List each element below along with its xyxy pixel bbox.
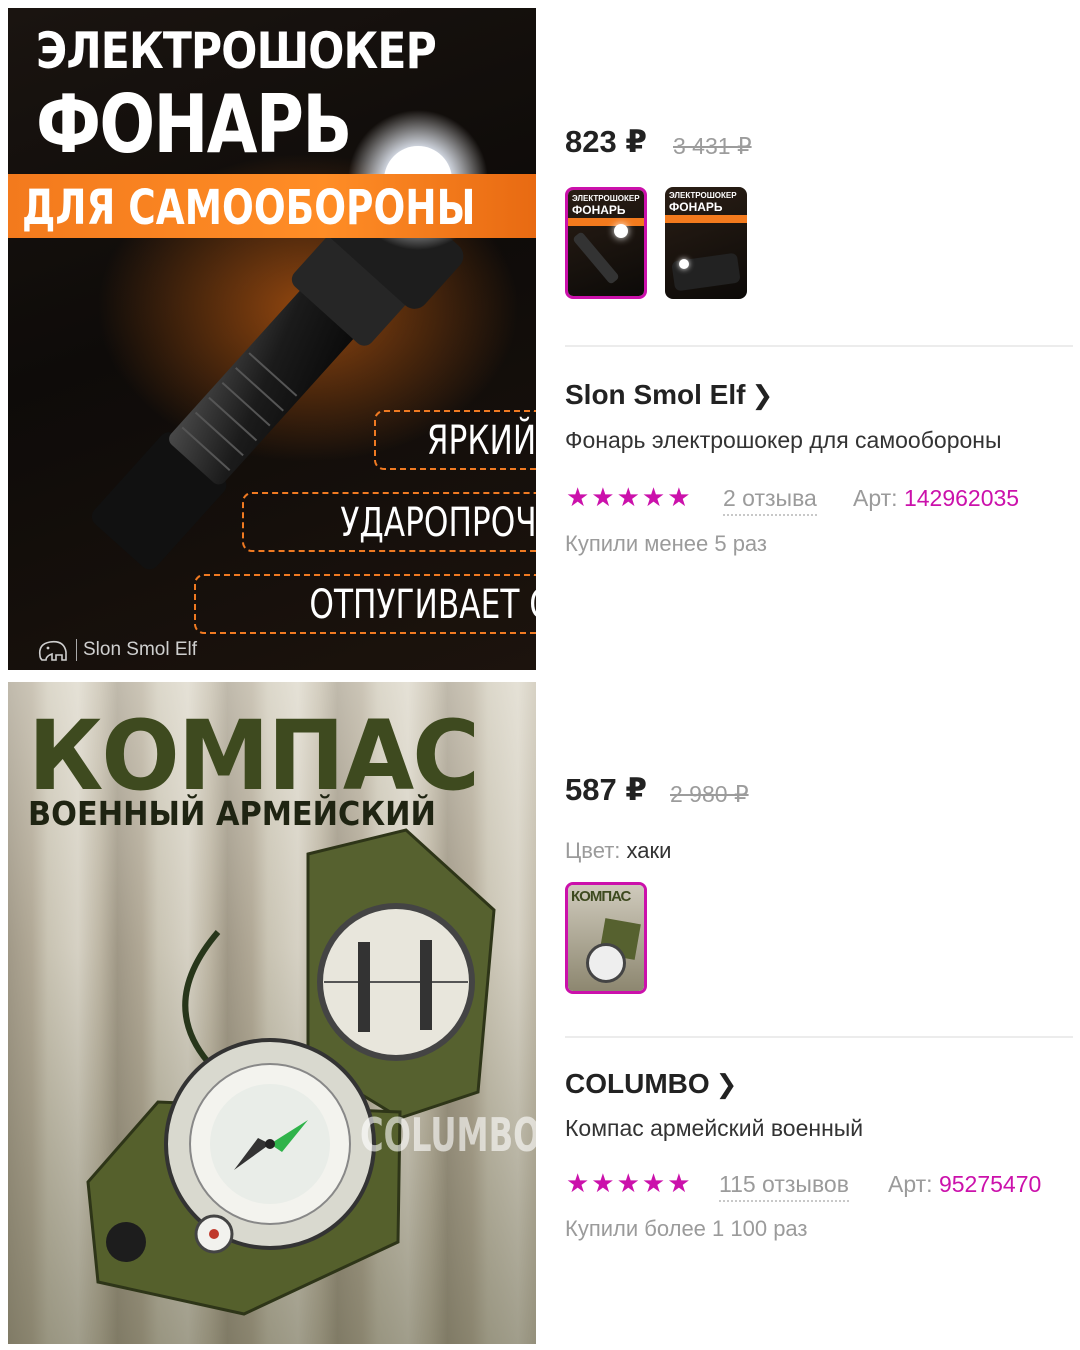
image-watermark: COLUMBO: [360, 1108, 536, 1162]
image-title-line1: ЭЛЕКТРОШОКЕР: [36, 22, 437, 80]
chevron-right-icon: ❯: [751, 380, 774, 410]
image-title-line2: ФОНАРЬ: [36, 78, 352, 171]
image-brand-text: Slon Smol Elf: [83, 639, 198, 660]
brand-name: COLUMBO: [565, 1068, 710, 1099]
brand-name: Slon Smol Elf: [565, 379, 746, 410]
feature-tag-bright: ЯРКИЙ: [374, 410, 536, 470]
image-brand-mark: Slon Smol Elf: [36, 636, 197, 664]
image-orange-band: ДЛЯ САМООБОРОНЫ: [8, 174, 536, 238]
color-value: хаки: [626, 838, 672, 863]
purchase-count: Купили более 1 100 раз: [565, 1216, 808, 1241]
product-card-flashlight[interactable]: ЭЛЕКТРОШОКЕР ФОНАРЬ ДЛЯ САМООБОРОНЫ ЯРКИ…: [0, 0, 1080, 676]
product-image-compass[interactable]: КОМПАС ВОЕННЫЙ АРМЕЙСКИЙ COLUMBO: [8, 682, 536, 1344]
product-card-compass[interactable]: КОМПАС ВОЕННЫЙ АРМЕЙСКИЙ COLUMBO 587 ₽ 2…: [0, 676, 1080, 1350]
product-name: Компас армейский военный: [565, 1115, 864, 1141]
article-number: Арт: 95275470: [888, 1171, 1042, 1197]
feature-tag-shockproof: УДАРОПРОЧНЫЙ: [242, 492, 536, 552]
purchase-count: Купили менее 5 раз: [565, 531, 768, 556]
brand-link[interactable]: Slon Smol Elf ❯: [565, 379, 773, 411]
article-number: Арт: 142962035: [853, 485, 1020, 511]
feature-tag-repels-dogs: ОТПУГИВАЕТ СОБАК: [194, 574, 536, 634]
thumbnail-compass-1[interactable]: КОМПАС: [565, 882, 647, 994]
reviews-link[interactable]: 2 отзыва: [723, 485, 817, 516]
product-image-flashlight[interactable]: ЭЛЕКТРОШОКЕР ФОНАРЬ ДЛЯ САМООБОРОНЫ ЯРКИ…: [8, 8, 536, 670]
rating-stars: ★★★★★: [566, 482, 693, 512]
thumbnail-flashlight-2[interactable]: ЭЛЕКТРОШОКЕР ФОНАРЬ: [665, 187, 747, 299]
elephant-logo-icon: [38, 640, 67, 661]
price-old: 3 431 ₽: [673, 133, 752, 159]
rating-stars: ★★★★★: [566, 1168, 693, 1198]
reviews-link[interactable]: 115 отзывов: [719, 1171, 849, 1202]
price-current: 823 ₽: [565, 124, 647, 159]
product-name: Фонарь электрошокер для самообороны: [565, 427, 1002, 453]
image-band-text: ДЛЯ САМООБОРОНЫ: [22, 180, 476, 236]
image-subtitle: ВОЕННЫЙ АРМЕЙСКИЙ: [28, 794, 436, 833]
price-old: 2 980 ₽: [670, 781, 749, 807]
brand-link[interactable]: COLUMBO ❯: [565, 1068, 737, 1100]
section-divider: [565, 345, 1073, 347]
article-value: 95275470: [938, 1171, 1042, 1197]
chevron-right-icon: ❯: [715, 1069, 738, 1099]
thumbnail-flashlight-1[interactable]: ЭЛЕКТРОШОКЕР ФОНАРЬ: [565, 187, 647, 299]
section-divider: [565, 1036, 1073, 1038]
price-current: 587 ₽: [565, 772, 647, 807]
color-selector: Цвет: хаки: [565, 838, 672, 863]
article-value: 142962035: [903, 485, 1020, 511]
